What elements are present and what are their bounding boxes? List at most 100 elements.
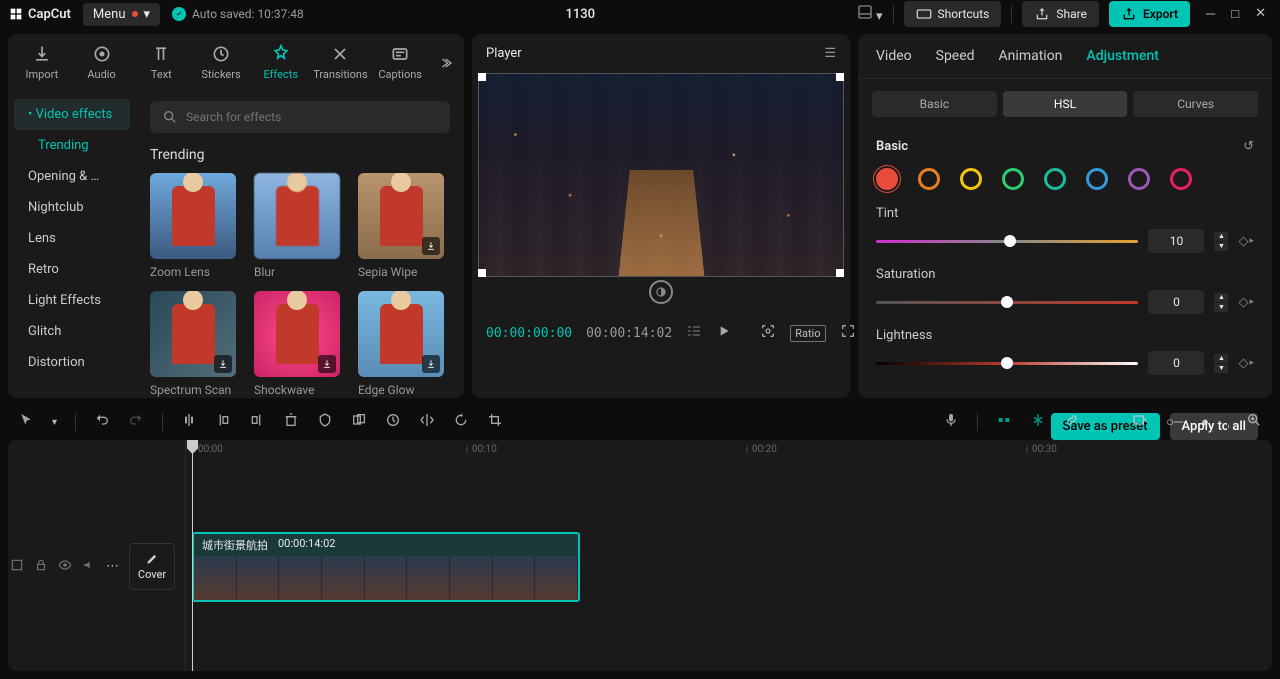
eye-icon[interactable] — [58, 558, 72, 576]
effect-spectrum-scan[interactable]: Spectrum Scan — [150, 291, 242, 397]
magnet-icon[interactable] — [996, 412, 1012, 432]
search-input[interactable] — [150, 101, 450, 133]
color-swatch-7[interactable] — [1170, 168, 1192, 190]
subtab-basic[interactable]: Basic — [872, 91, 997, 117]
more-tabs-icon[interactable] — [430, 42, 460, 83]
compare-icon[interactable] — [649, 280, 673, 304]
download-icon[interactable] — [422, 237, 440, 255]
reset-icon[interactable]: ↺ — [1243, 139, 1254, 154]
play-icon[interactable] — [716, 323, 732, 343]
export-button[interactable]: Export — [1109, 1, 1190, 27]
rotate-icon[interactable] — [453, 412, 469, 432]
lightness-stepper[interactable]: ▲▼ — [1214, 354, 1228, 373]
marker-icon[interactable] — [317, 412, 333, 432]
download-icon[interactable] — [214, 355, 232, 373]
trim-right-icon[interactable] — [249, 412, 265, 432]
video-clip[interactable]: 城市街景航拍 00:00:14:02 — [192, 532, 580, 602]
player-menu-icon[interactable]: ☰ — [824, 46, 836, 61]
mic-icon[interactable] — [943, 412, 959, 432]
color-swatch-2[interactable] — [960, 168, 982, 190]
effect-shockwave[interactable]: Shockwave — [254, 291, 346, 397]
maximize-icon[interactable]: □ — [1231, 6, 1239, 22]
inspector-tab-adjustment[interactable]: Adjustment — [1086, 48, 1159, 64]
effect-zoom-lens[interactable]: Zoom Lens — [150, 173, 242, 279]
color-swatch-0[interactable] — [876, 168, 898, 190]
color-swatch-4[interactable] — [1044, 168, 1066, 190]
download-icon[interactable] — [318, 355, 336, 373]
mirror-icon[interactable] — [419, 412, 435, 432]
tab-audio[interactable]: Audio — [72, 42, 132, 83]
inspector-tab-animation[interactable]: Animation — [999, 48, 1063, 64]
subtab-curves[interactable]: Curves — [1133, 91, 1258, 117]
category-lens[interactable]: Lens — [14, 223, 130, 254]
select-dropdown-icon[interactable]: ▾ — [52, 417, 57, 428]
video-effects-header[interactable]: • Video effects — [14, 99, 130, 130]
category-glitch[interactable]: Glitch — [14, 316, 130, 347]
saturation-stepper[interactable]: ▲▼ — [1214, 293, 1228, 312]
reverse-icon[interactable] — [385, 412, 401, 432]
select-tool-icon[interactable] — [18, 412, 34, 432]
fullscreen-icon[interactable] — [840, 323, 856, 343]
category-opening[interactable]: Opening & … — [14, 161, 130, 192]
category-trending[interactable]: Trending — [14, 130, 130, 161]
tab-captions[interactable]: Captions — [370, 42, 430, 83]
effect-blur[interactable]: Blur — [254, 173, 346, 279]
color-swatch-5[interactable] — [1086, 168, 1108, 190]
saturation-slider[interactable] — [876, 301, 1138, 304]
minimize-icon[interactable]: ─ — [1206, 6, 1215, 22]
playhead[interactable] — [192, 440, 193, 671]
lock-icon[interactable] — [34, 558, 48, 576]
category-nightclub[interactable]: Nightclub — [14, 192, 130, 223]
undo-icon[interactable] — [94, 412, 110, 432]
zoom-slider[interactable]: ● — [1201, 414, 1209, 430]
cover-button[interactable]: Cover — [129, 543, 175, 590]
download-icon[interactable] — [422, 355, 440, 373]
list-icon[interactable] — [686, 323, 702, 343]
effect-edge-glow[interactable]: Edge Glow — [358, 291, 450, 397]
delete-icon[interactable] — [283, 412, 299, 432]
menu-button[interactable]: Menu▾ — [83, 3, 160, 26]
saturation-input[interactable]: 0 — [1148, 290, 1204, 314]
align-icon[interactable] — [1098, 412, 1114, 432]
inspector-tab-speed[interactable]: Speed — [936, 48, 975, 64]
link-icon[interactable] — [1064, 412, 1080, 432]
category-distortion[interactable]: Distortion — [14, 347, 130, 378]
close-icon[interactable]: ✕ — [1255, 6, 1266, 22]
tint-slider[interactable] — [876, 240, 1138, 243]
effect-sepia-wipe[interactable]: Sepia Wipe — [358, 173, 450, 279]
group-icon[interactable] — [351, 412, 367, 432]
color-swatch-3[interactable] — [1002, 168, 1024, 190]
share-button[interactable]: Share — [1022, 1, 1099, 27]
trim-left-icon[interactable] — [215, 412, 231, 432]
tint-stepper[interactable]: ▲▼ — [1214, 232, 1228, 251]
redo-icon[interactable] — [128, 412, 144, 432]
shortcuts-button[interactable]: Shortcuts — [904, 1, 1002, 27]
zoom-out-icon[interactable]: ○─ — [1166, 414, 1183, 430]
color-swatch-6[interactable] — [1128, 168, 1150, 190]
tab-transitions[interactable]: Transitions — [311, 42, 371, 83]
more-icon[interactable]: ⋯ — [106, 559, 119, 574]
layout-icon[interactable]: ▾ — [857, 4, 883, 24]
track-settings-icon[interactable] — [10, 558, 24, 576]
lightness-slider[interactable] — [876, 362, 1138, 365]
crop-icon[interactable] — [487, 412, 503, 432]
subtab-hsl[interactable]: HSL — [1003, 91, 1128, 117]
inspector-tab-video[interactable]: Video — [876, 48, 912, 64]
tab-stickers[interactable]: Stickers — [191, 42, 251, 83]
preview-icon[interactable] — [1132, 412, 1148, 432]
player-viewport[interactable] — [478, 73, 844, 277]
mute-icon[interactable] — [82, 558, 96, 576]
tab-text[interactable]: Text — [131, 42, 191, 83]
tint-input[interactable]: 10 — [1148, 229, 1204, 253]
split-icon[interactable] — [181, 412, 197, 432]
category-lighteffects[interactable]: Light Effects — [14, 285, 130, 316]
color-swatch-1[interactable] — [918, 168, 940, 190]
ratio-button[interactable]: Ratio — [790, 325, 825, 342]
scan-icon[interactable] — [760, 323, 776, 343]
snap-icon[interactable] — [1030, 412, 1046, 432]
category-retro[interactable]: Retro — [14, 254, 130, 285]
saturation-keyframe-icon[interactable]: ◇▸ — [1238, 295, 1254, 310]
zoom-fit-icon[interactable] — [1246, 412, 1262, 432]
tint-keyframe-icon[interactable]: ◇▸ — [1238, 234, 1254, 249]
tab-effects[interactable]: Effects — [251, 42, 311, 83]
